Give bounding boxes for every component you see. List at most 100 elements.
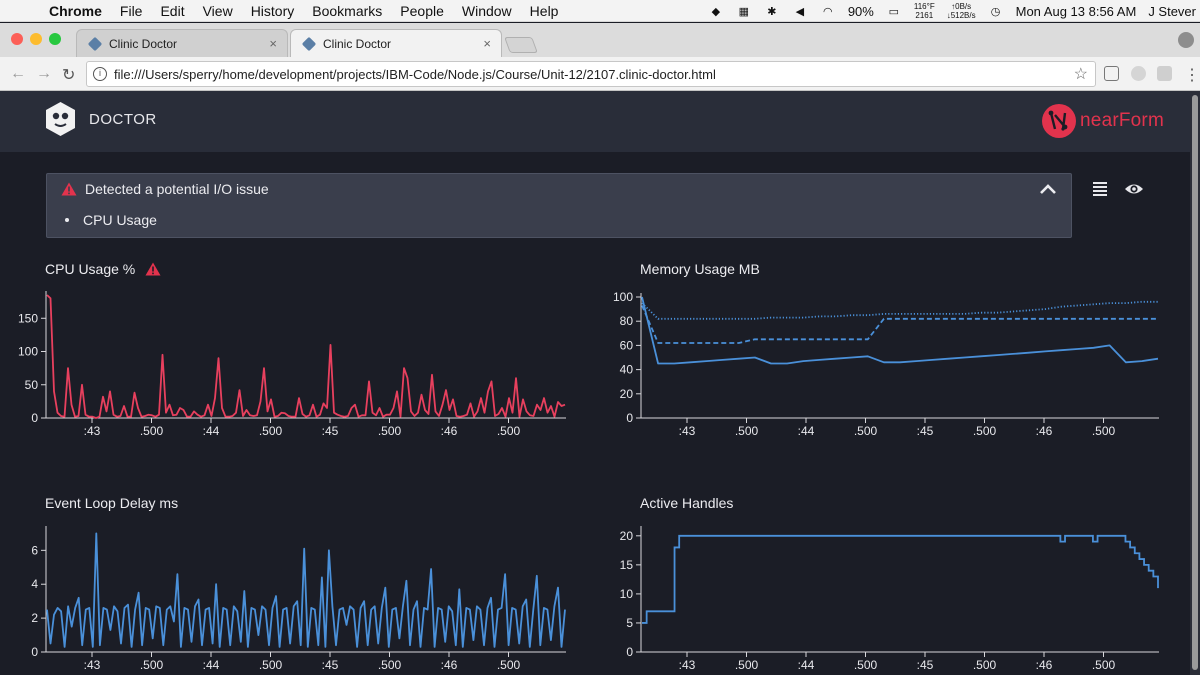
url-text[interactable]: file:///Users/sperry/home/development/pr… [114, 67, 716, 82]
x-tick-label: :45 [322, 658, 339, 672]
y-tick-label: 150 [18, 311, 38, 325]
x-tick-label: :43 [84, 424, 101, 438]
active-handles-chart[interactable]: 0 5 10 15 20:43 .500:44 .500:45 .500:46 .500 [595, 525, 1190, 675]
wifi-icon[interactable]: ◠ [820, 5, 836, 18]
alert-header[interactable]: Detected a potential I/O issue [61, 181, 269, 197]
reload-icon[interactable]: ↻ [62, 65, 75, 85]
series-line [642, 534, 1159, 624]
battery-icon[interactable]: ▭ [886, 5, 902, 18]
menu-app[interactable]: Chrome [40, 3, 111, 19]
y-tick-label: 5 [626, 616, 633, 630]
y-tick-label: 80 [620, 314, 634, 328]
active-handles-chart-title: Active Handles [640, 495, 734, 511]
x-tick-label: .500 [735, 658, 759, 672]
extension-icon[interactable] [1131, 66, 1146, 81]
tab-close-icon[interactable]: × [269, 36, 277, 51]
nearform-brand[interactable]: nearForm [1041, 103, 1164, 139]
x-tick-label: .500 [854, 424, 878, 438]
warning-triangle-icon [145, 262, 161, 276]
clock[interactable]: Mon Aug 13 8:56 AM [1016, 4, 1137, 19]
tab-clinic-doctor-1[interactable]: Clinic Doctor × [76, 29, 288, 57]
new-tab-button[interactable] [504, 37, 538, 53]
volume-icon[interactable]: ◀ [792, 5, 808, 18]
y-tick-label: 0 [31, 411, 38, 425]
dropbox-icon[interactable]: ◆ [708, 5, 724, 18]
bookmark-star-icon[interactable]: ☆ [1074, 64, 1088, 84]
x-tick-label: :46 [441, 658, 458, 672]
event-loop-chart-title: Event Loop Delay ms [45, 495, 179, 511]
user-name[interactable]: J Stever [1148, 4, 1196, 19]
brand-name: nearForm [1080, 110, 1164, 131]
series-line [641, 296, 1159, 365]
memory-chart-title: Memory Usage MB [640, 261, 760, 277]
nearform-logo-icon [1042, 104, 1077, 138]
profile-icon[interactable] [1178, 32, 1194, 48]
y-tick-label: 10 [620, 587, 634, 601]
menu-view[interactable]: View [194, 3, 242, 19]
event-loop-delay-chart[interactable]: 0 2 4 6:43 .500:44 .500:45 .500:46 .500 [0, 525, 595, 675]
cpu-chart-title: CPU Usage % [45, 261, 161, 277]
list-icon[interactable] [1092, 181, 1108, 197]
y-tick-label: 0 [626, 645, 633, 659]
memory-usage-chart[interactable]: 0 20 40 60 80 100:43 .500:44 .500:45 .500:46 .500 [595, 285, 1190, 445]
zoom-window-button[interactable] [49, 33, 61, 45]
minimize-window-button[interactable] [30, 33, 42, 45]
alert-item[interactable]: CPU Usage [61, 212, 157, 228]
forward-arrow-icon[interactable]: → [36, 65, 52, 83]
battery-percent: 90% [847, 3, 874, 19]
menu-dots-icon[interactable]: ⋮ [1184, 65, 1200, 85]
series-line [641, 300, 1158, 320]
time-machine-icon[interactable]: ◷ [988, 5, 1004, 18]
x-tick-label: .500 [378, 424, 402, 438]
x-tick-label: :43 [84, 658, 101, 672]
bluetooth-icon[interactable]: ✱ [764, 5, 780, 18]
browser-toolbar: ← → ↻ i file:///Users/sperry/home/develo… [0, 57, 1200, 91]
menu-people[interactable]: People [391, 3, 453, 19]
clinic-favicon-icon [87, 36, 103, 51]
menu-help[interactable]: Help [521, 3, 568, 19]
menu-window[interactable]: Window [453, 3, 521, 19]
eye-icon[interactable] [1124, 181, 1144, 197]
clinic-doctor-logo [46, 102, 75, 136]
series-line [46, 532, 566, 648]
x-tick-label: :43 [679, 658, 696, 672]
y-tick-label: 4 [31, 577, 38, 591]
x-tick-label: :44 [798, 658, 815, 672]
y-tick-label: 0 [31, 645, 38, 659]
keyboard-icon[interactable]: ▦ [736, 5, 752, 18]
cast-icon[interactable] [1104, 66, 1119, 81]
issue-alert[interactable]: Detected a potential I/O issue CPU Usage [46, 173, 1072, 238]
address-bar[interactable]: i file:///Users/sperry/home/development/… [86, 61, 1096, 87]
alert-title: Detected a potential I/O issue [85, 181, 269, 197]
x-tick-label: .500 [854, 658, 878, 672]
chevron-up-icon[interactable] [1039, 182, 1057, 196]
menu-edit[interactable]: Edit [151, 3, 193, 19]
page-scrollbar[interactable] [1190, 91, 1200, 675]
menu-history[interactable]: History [242, 3, 304, 19]
cpu-usage-chart[interactable]: 0 50 100 150:43 .500:44 .500:45 .500:46 .500 [0, 285, 595, 445]
extension-icon-2[interactable] [1157, 66, 1172, 81]
back-arrow-icon[interactable]: ← [10, 65, 26, 83]
info-icon[interactable]: i [93, 67, 107, 81]
alert-item-label: CPU Usage [83, 212, 157, 228]
y-tick-label: 100 [18, 345, 38, 359]
x-tick-label: :46 [1036, 658, 1053, 672]
x-tick-label: .500 [973, 658, 997, 672]
bullet-icon [65, 218, 69, 222]
close-window-button[interactable] [11, 33, 23, 45]
x-tick-label: .500 [140, 424, 164, 438]
mac-menubar: Chrome File Edit View History Bookmarks … [0, 0, 1200, 22]
menu-bookmarks[interactable]: Bookmarks [303, 3, 391, 19]
x-tick-label: :44 [203, 424, 220, 438]
x-tick-label: :46 [1036, 424, 1053, 438]
network-readout: ↑0B/s ↓512B/s [946, 2, 976, 20]
clinic-favicon-icon [301, 36, 317, 51]
x-tick-label: .500 [497, 424, 521, 438]
scrollbar-thumb[interactable] [1192, 95, 1198, 670]
x-tick-label: :46 [441, 424, 458, 438]
x-tick-label: .500 [735, 424, 759, 438]
y-tick-label: 20 [620, 529, 634, 543]
tab-close-icon[interactable]: × [483, 36, 491, 51]
menu-file[interactable]: File [111, 3, 152, 19]
tab-clinic-doctor-2[interactable]: Clinic Doctor × [290, 29, 502, 57]
